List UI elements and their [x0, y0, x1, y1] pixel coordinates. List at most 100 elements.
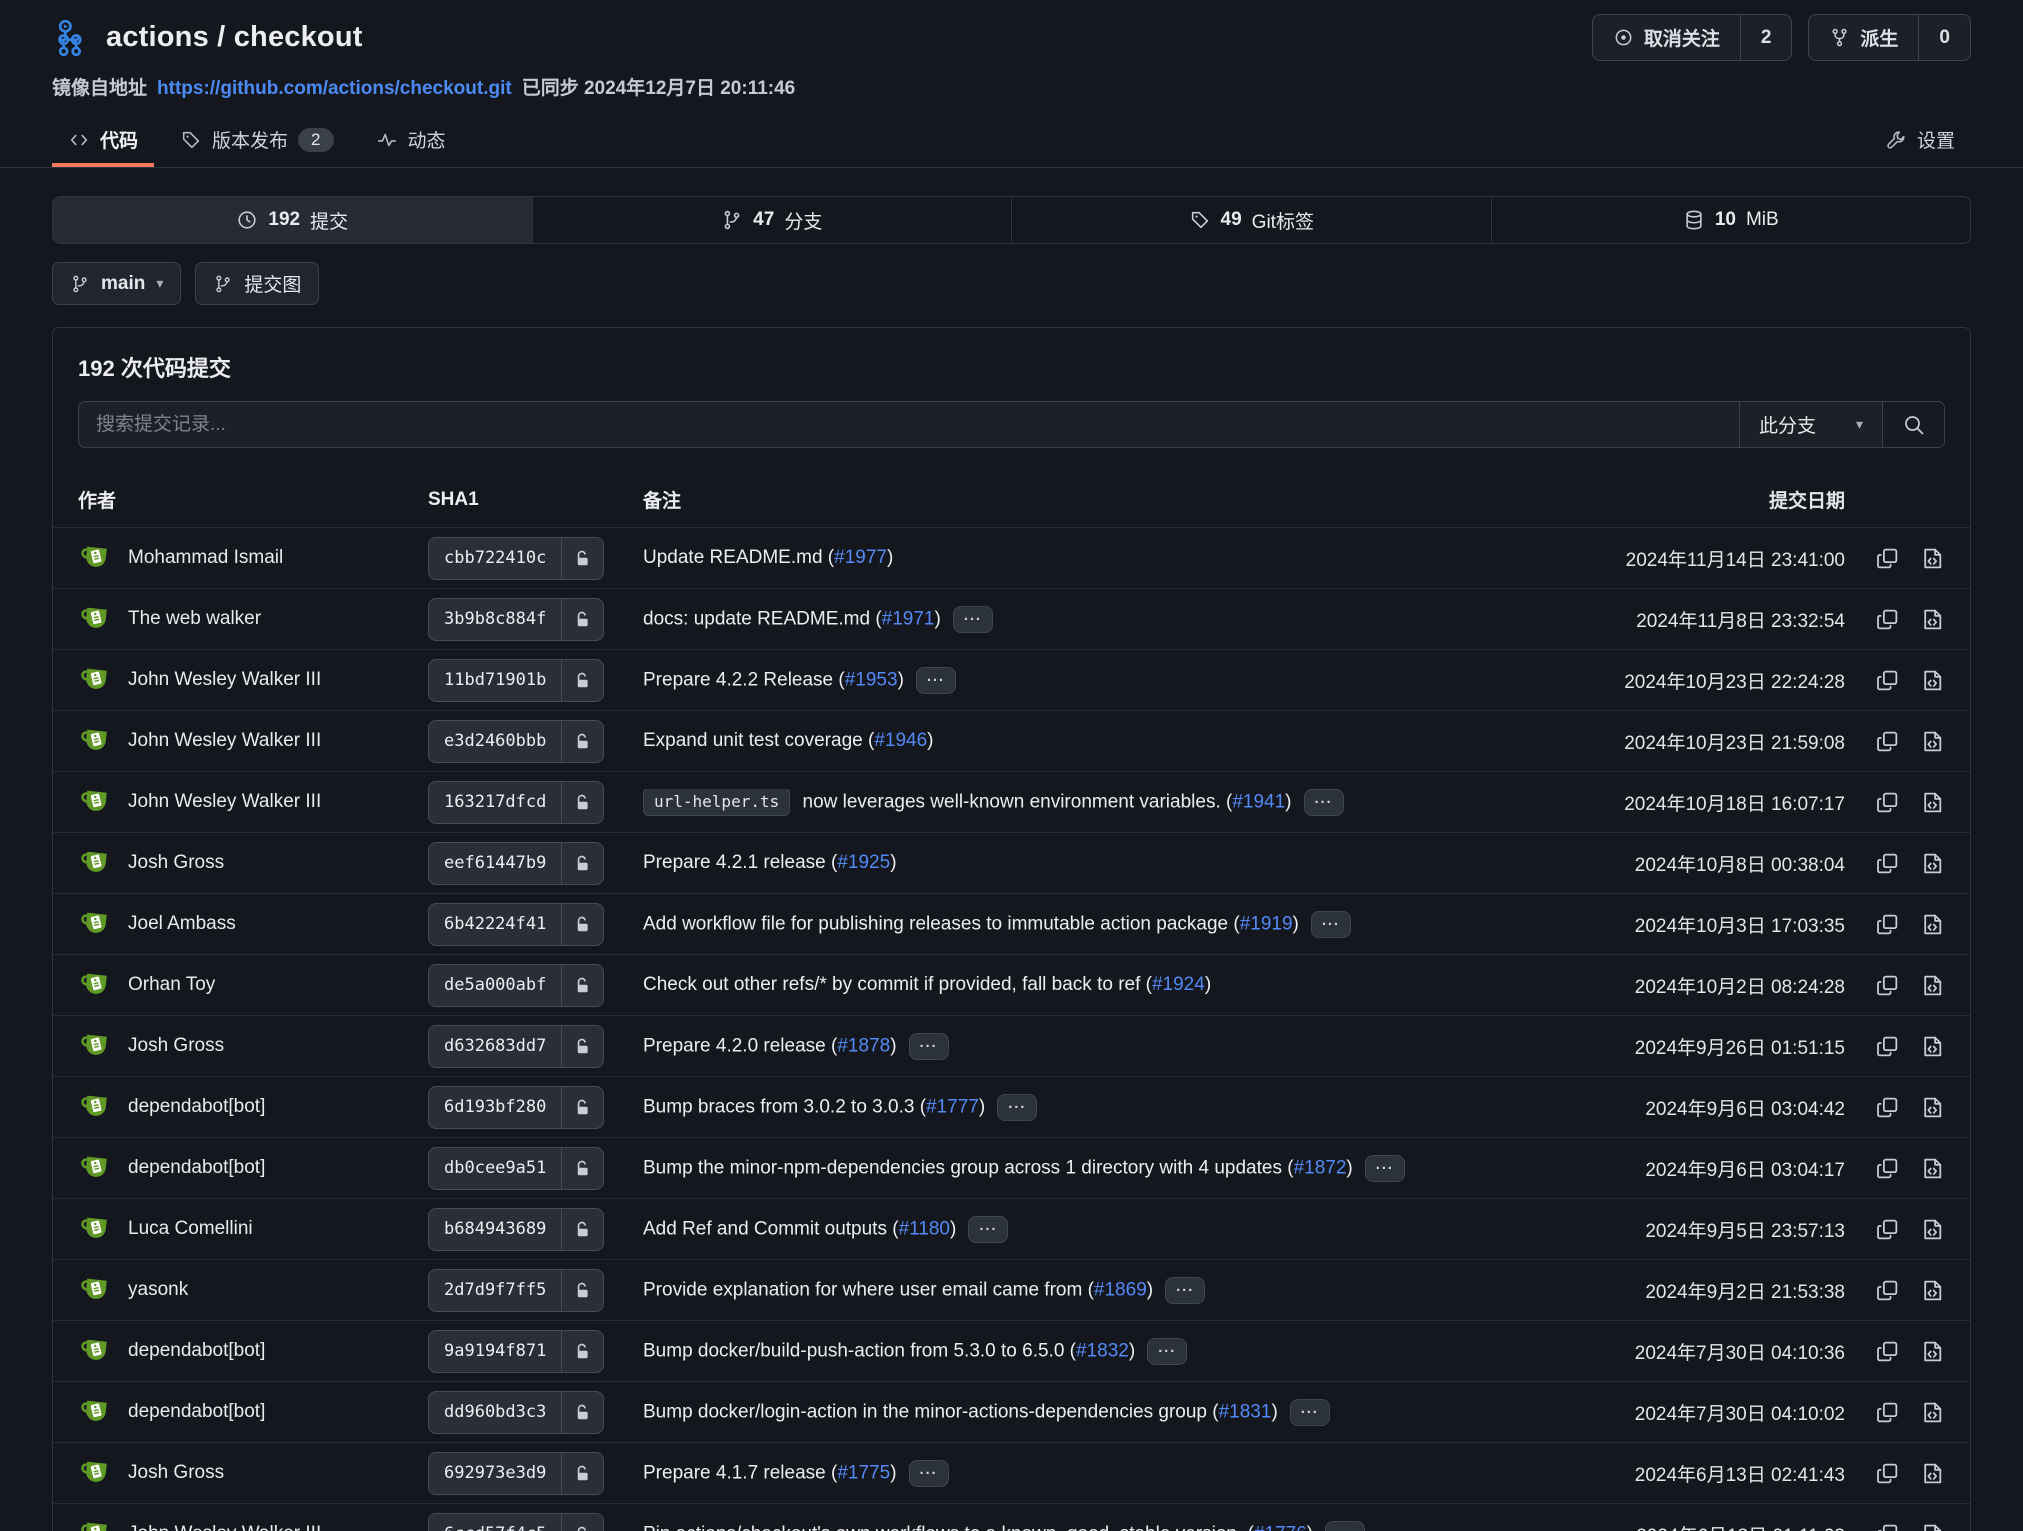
browse-source-icon[interactable] — [1920, 1156, 1945, 1181]
browse-source-icon[interactable] — [1920, 546, 1945, 571]
pr-link[interactable]: #1180 — [899, 1218, 950, 1239]
mirror-url-link[interactable]: https://github.com/actions/checkout.git — [157, 78, 512, 100]
pr-link[interactable]: #1831 — [1219, 1401, 1272, 1422]
browse-source-icon[interactable] — [1920, 668, 1945, 693]
commit-sha-button[interactable]: 692973e3d9 — [428, 1452, 604, 1495]
commit-sha-button[interactable]: b684943689 — [428, 1208, 604, 1251]
browse-source-icon[interactable] — [1920, 1278, 1945, 1303]
browse-source-icon[interactable] — [1920, 1034, 1945, 1059]
pr-link[interactable]: #1869 — [1094, 1279, 1147, 1300]
copy-sha-icon[interactable] — [1875, 1095, 1900, 1120]
expand-commit-button[interactable]: ··· — [916, 667, 956, 694]
expand-commit-button[interactable]: ··· — [1165, 1277, 1205, 1304]
copy-sha-icon[interactable] — [1875, 1522, 1900, 1531]
browse-source-icon[interactable] — [1920, 1522, 1945, 1531]
commit-sha-button[interactable]: 11bd71901b — [428, 659, 604, 702]
copy-sha-icon[interactable] — [1875, 1400, 1900, 1425]
commit-author[interactable]: John Wesley Walker III — [128, 1523, 321, 1531]
commit-graph-button[interactable]: 提交图 — [195, 262, 319, 305]
commit-author[interactable]: Orhan Toy — [128, 974, 215, 996]
commit-author[interactable]: John Wesley Walker III — [128, 791, 321, 813]
commit-sha-button[interactable]: cbb722410c — [428, 537, 604, 580]
copy-sha-icon[interactable] — [1875, 1217, 1900, 1242]
commit-author[interactable]: Josh Gross — [128, 1462, 224, 1484]
commit-sha-button[interactable]: 3b9b8c884f — [428, 598, 604, 641]
expand-commit-button[interactable]: ··· — [1311, 911, 1351, 938]
commit-sha-button[interactable]: 6b42224f41 — [428, 903, 604, 946]
commit-author[interactable]: dependabot[bot] — [128, 1096, 265, 1118]
pr-link[interactable]: #1925 — [837, 852, 890, 873]
expand-commit-button[interactable]: ··· — [953, 606, 993, 633]
copy-sha-icon[interactable] — [1875, 546, 1900, 571]
commit-author[interactable]: dependabot[bot] — [128, 1401, 265, 1423]
commit-author[interactable]: Luca Comellini — [128, 1218, 253, 1240]
browse-source-icon[interactable] — [1920, 1217, 1945, 1242]
copy-sha-icon[interactable] — [1875, 973, 1900, 998]
pr-link[interactable]: #1977 — [834, 547, 887, 568]
copy-sha-icon[interactable] — [1875, 729, 1900, 754]
pr-link[interactable]: #1946 — [874, 730, 927, 751]
branch-selector[interactable]: main ▾ — [52, 262, 181, 305]
commit-sha-button[interactable]: 6ccd57f4c5 — [428, 1513, 604, 1531]
commit-sha-button[interactable]: eef61447b9 — [428, 842, 604, 885]
commit-author[interactable]: Joel Ambass — [128, 913, 236, 935]
commit-sha-button[interactable]: d632683dd7 — [428, 1025, 604, 1068]
copy-sha-icon[interactable] — [1875, 1278, 1900, 1303]
expand-commit-button[interactable]: ··· — [909, 1033, 949, 1060]
expand-commit-button[interactable]: ··· — [1290, 1399, 1330, 1426]
commit-author[interactable]: Josh Gross — [128, 852, 224, 874]
expand-commit-button[interactable]: ··· — [1147, 1338, 1187, 1365]
copy-sha-icon[interactable] — [1875, 1461, 1900, 1486]
tab-settings[interactable]: 设置 — [1869, 114, 1971, 167]
search-button[interactable] — [1882, 402, 1944, 447]
pr-link[interactable]: #1832 — [1076, 1340, 1129, 1361]
search-input[interactable] — [79, 402, 1739, 447]
pr-link[interactable]: #1776 — [1254, 1523, 1307, 1531]
expand-commit-button[interactable]: ··· — [1304, 789, 1344, 816]
browse-source-icon[interactable] — [1920, 851, 1945, 876]
unwatch-button[interactable]: 取消关注 2 — [1592, 14, 1793, 61]
commit-sha-button[interactable]: db0cee9a51 — [428, 1147, 604, 1190]
expand-commit-button[interactable]: ··· — [997, 1094, 1037, 1121]
expand-commit-button[interactable]: ··· — [968, 1216, 1008, 1243]
stat-commits[interactable]: 192 提交 — [53, 197, 532, 243]
browse-source-icon[interactable] — [1920, 1095, 1945, 1120]
browse-source-icon[interactable] — [1920, 729, 1945, 754]
copy-sha-icon[interactable] — [1875, 668, 1900, 693]
stat-tags[interactable]: 49 Git标签 — [1011, 197, 1491, 243]
pr-link[interactable]: #1919 — [1240, 913, 1293, 934]
browse-source-icon[interactable] — [1920, 1461, 1945, 1486]
expand-commit-button[interactable]: ··· — [909, 1460, 949, 1487]
commit-author[interactable]: dependabot[bot] — [128, 1340, 265, 1362]
browse-source-icon[interactable] — [1920, 1400, 1945, 1425]
commit-sha-button[interactable]: 163217dfcd — [428, 781, 604, 824]
commit-sha-button[interactable]: dd960bd3c3 — [428, 1391, 604, 1434]
stat-size[interactable]: 10 MiB — [1491, 197, 1971, 243]
browse-source-icon[interactable] — [1920, 1339, 1945, 1364]
expand-commit-button[interactable]: ··· — [1325, 1521, 1365, 1531]
fork-count[interactable]: 0 — [1918, 15, 1970, 60]
commit-sha-button[interactable]: de5a000abf — [428, 964, 604, 1007]
commit-sha-button[interactable]: e3d2460bbb — [428, 720, 604, 763]
copy-sha-icon[interactable] — [1875, 1034, 1900, 1059]
copy-sha-icon[interactable] — [1875, 912, 1900, 937]
fork-button[interactable]: 派生 0 — [1808, 14, 1971, 61]
commit-author[interactable]: John Wesley Walker III — [128, 669, 321, 691]
copy-sha-icon[interactable] — [1875, 607, 1900, 632]
tab-code[interactable]: 代码 — [52, 114, 154, 167]
pr-link[interactable]: #1971 — [882, 608, 935, 629]
copy-sha-icon[interactable] — [1875, 851, 1900, 876]
commit-author[interactable]: dependabot[bot] — [128, 1157, 265, 1179]
copy-sha-icon[interactable] — [1875, 1339, 1900, 1364]
branch-filter-dropdown[interactable]: 此分支 ▾ — [1739, 402, 1882, 447]
browse-source-icon[interactable] — [1920, 607, 1945, 632]
stat-branches[interactable]: 47 分支 — [532, 197, 1012, 243]
pr-link[interactable]: #1872 — [1294, 1157, 1347, 1178]
tab-activity[interactable]: 动态 — [360, 114, 462, 167]
pr-link[interactable]: #1878 — [837, 1035, 890, 1056]
browse-source-icon[interactable] — [1920, 912, 1945, 937]
copy-sha-icon[interactable] — [1875, 790, 1900, 815]
commit-sha-button[interactable]: 6d193bf280 — [428, 1086, 604, 1129]
watch-count[interactable]: 2 — [1740, 15, 1792, 60]
commit-author[interactable]: The web walker — [128, 608, 261, 630]
